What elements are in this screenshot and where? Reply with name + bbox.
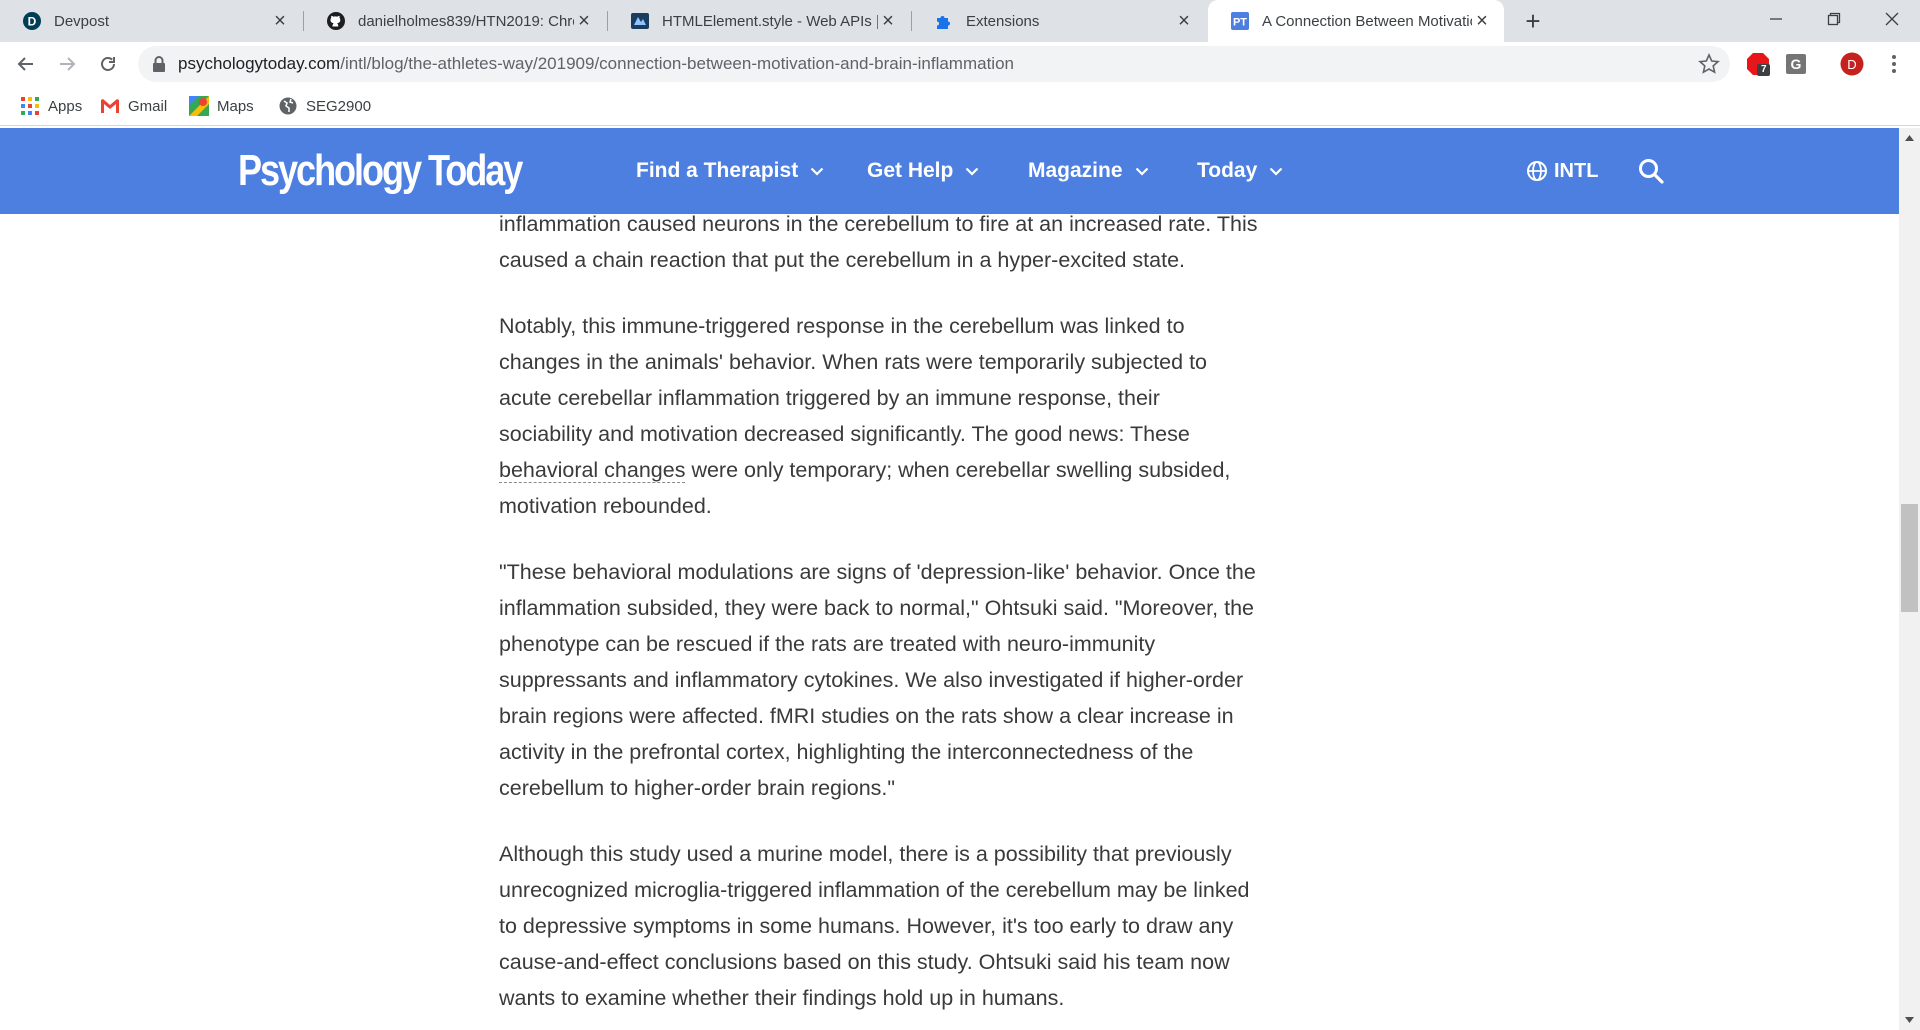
close-window-button[interactable] (1864, 0, 1920, 38)
url-host: psychologytoday.com (178, 54, 341, 73)
paragraph-text: Notably, this immune-triggered response … (499, 314, 1207, 446)
triangle-down-icon (1905, 1017, 1914, 1023)
article-body: inflammation caused neurons in the cereb… (0, 214, 1899, 1030)
close-icon (1885, 12, 1899, 26)
svg-text:D: D (28, 15, 37, 29)
article-paragraph: "These behavioral modulations are signs … (499, 560, 1256, 800)
nav-label: Get Help (867, 159, 954, 182)
url-text[interactable]: psychologytoday.com/intl/blog/the-athlet… (178, 54, 1014, 74)
tab-devpost[interactable]: D Devpost × (0, 0, 302, 42)
url-path: /intl/blog/the-athletes-way/201909/conne… (340, 54, 1014, 73)
extension-g-label: G (1790, 56, 1802, 72)
article-paragraph: Although this study used a murine model,… (499, 842, 1250, 1010)
tab-psychology-today[interactable]: PT A Connection Between Motivatio × (1208, 0, 1504, 42)
chevron-down-icon (1269, 167, 1283, 176)
bookmark-seg2900[interactable]: SEG2900 (278, 94, 371, 118)
puzzle-icon (934, 11, 954, 31)
mdn-icon (630, 11, 650, 31)
maps-icon (189, 96, 209, 116)
tab-title: HTMLElement.style - Web APIs | M (662, 12, 878, 30)
nav-get-help[interactable]: Get Help (867, 156, 979, 186)
bookmark-gmail[interactable]: Gmail (100, 94, 167, 118)
tab-github[interactable]: danielholmes839/HTN2019: Chro × (304, 0, 606, 42)
reload-icon (101, 57, 115, 71)
gmail-icon (100, 96, 120, 116)
close-icon[interactable]: × (878, 10, 898, 32)
close-icon[interactable]: × (1472, 10, 1492, 32)
more-vertical-icon (1892, 55, 1896, 73)
apps-grid-icon (20, 96, 40, 116)
chevron-down-icon (810, 167, 824, 176)
nav-today[interactable]: Today (1197, 156, 1283, 186)
nav-label: Magazine (1028, 159, 1123, 182)
article-paragraph: inflammation caused neurons in the cereb… (499, 214, 1258, 272)
nav-label: Find a Therapist (636, 159, 799, 182)
site-search-button[interactable] (1636, 156, 1666, 186)
profile-initial: D (1847, 56, 1857, 72)
address-bar[interactable]: psychologytoday.com/intl/blog/the-athlet… (138, 46, 1730, 82)
restore-button[interactable] (1806, 0, 1862, 38)
search-icon (1639, 159, 1664, 184)
tab-title: danielholmes839/HTN2019: Chro (358, 12, 574, 30)
tab-title: Devpost (54, 12, 110, 30)
back-button[interactable] (10, 48, 42, 80)
intl-selector[interactable]: INTL (1526, 156, 1598, 186)
nav-find-a-therapist[interactable]: Find a Therapist (636, 156, 824, 186)
forward-button[interactable] (51, 48, 83, 80)
bookmark-label: SEG2900 (306, 97, 372, 115)
article-content: inflammation caused neurons in the cereb… (499, 214, 1259, 1030)
site-logo[interactable]: Psychology Today (238, 145, 523, 197)
pt-icon: PT (1230, 11, 1250, 31)
svg-text:PT: PT (1233, 17, 1247, 29)
minimize-button[interactable] (1748, 0, 1804, 38)
github-icon (326, 11, 346, 31)
arrow-right-icon (60, 57, 76, 71)
devpost-icon: D (22, 11, 42, 31)
minimize-icon (1770, 18, 1782, 20)
tab-extensions[interactable]: Extensions × (912, 0, 1206, 42)
g-extension-icon[interactable]: G (1784, 52, 1808, 76)
chevron-down-icon (965, 167, 979, 176)
article-paragraph: Notably, this immune-triggered response … (499, 308, 1259, 524)
tab-mdn[interactable]: HTMLElement.style - Web APIs | M × (608, 0, 910, 42)
triangle-up-icon (1905, 135, 1914, 141)
adblock-extension-icon[interactable]: 7 (1746, 52, 1770, 76)
bookmark-apps[interactable]: Apps (20, 94, 82, 118)
tab-strip: D Devpost × danielholmes839/HTN2019: Chr… (0, 0, 1920, 42)
intl-label: INTL (1554, 159, 1599, 182)
page-scrollbar[interactable] (1899, 128, 1920, 1030)
scroll-up-button[interactable] (1899, 128, 1920, 148)
extension-badge: 7 (1761, 64, 1767, 75)
restore-icon (1827, 12, 1841, 26)
close-icon[interactable]: × (1174, 10, 1194, 32)
globe-icon (278, 96, 298, 116)
reload-button[interactable] (92, 48, 124, 80)
scroll-down-button[interactable] (1899, 1010, 1920, 1030)
bookmark-label: Maps (217, 97, 254, 115)
new-tab-button[interactable]: + (1518, 6, 1548, 36)
bookmark-maps[interactable]: Maps (189, 94, 254, 118)
bookmark-label: Apps (48, 97, 83, 115)
chevron-down-icon (1135, 167, 1149, 176)
browser-toolbar: psychologytoday.com/intl/blog/the-athlet… (0, 42, 1920, 86)
nav-label: Today (1197, 159, 1258, 182)
nav-magazine[interactable]: Magazine (1028, 156, 1149, 186)
tab-title: Extensions (966, 12, 1040, 30)
tab-title: A Connection Between Motivatio (1262, 12, 1472, 30)
scroll-thumb[interactable] (1901, 504, 1918, 612)
globe-icon (1526, 160, 1548, 182)
profile-avatar[interactable]: D (1840, 52, 1864, 76)
lock-icon (152, 55, 166, 78)
arrow-left-icon (17, 57, 33, 71)
bookmark-star-icon[interactable] (1698, 53, 1720, 80)
behavioral-changes-link[interactable]: behavioral changes (499, 458, 686, 483)
close-icon[interactable]: × (574, 10, 594, 32)
site-header: Psychology Today Find a Therapist Get He… (0, 128, 1899, 214)
bookmarks-bar: Apps Gmail Maps SEG2900 (0, 86, 1920, 126)
menu-button[interactable] (1882, 52, 1906, 76)
close-icon[interactable]: × (270, 10, 290, 32)
bookmark-label: Gmail (128, 97, 168, 115)
